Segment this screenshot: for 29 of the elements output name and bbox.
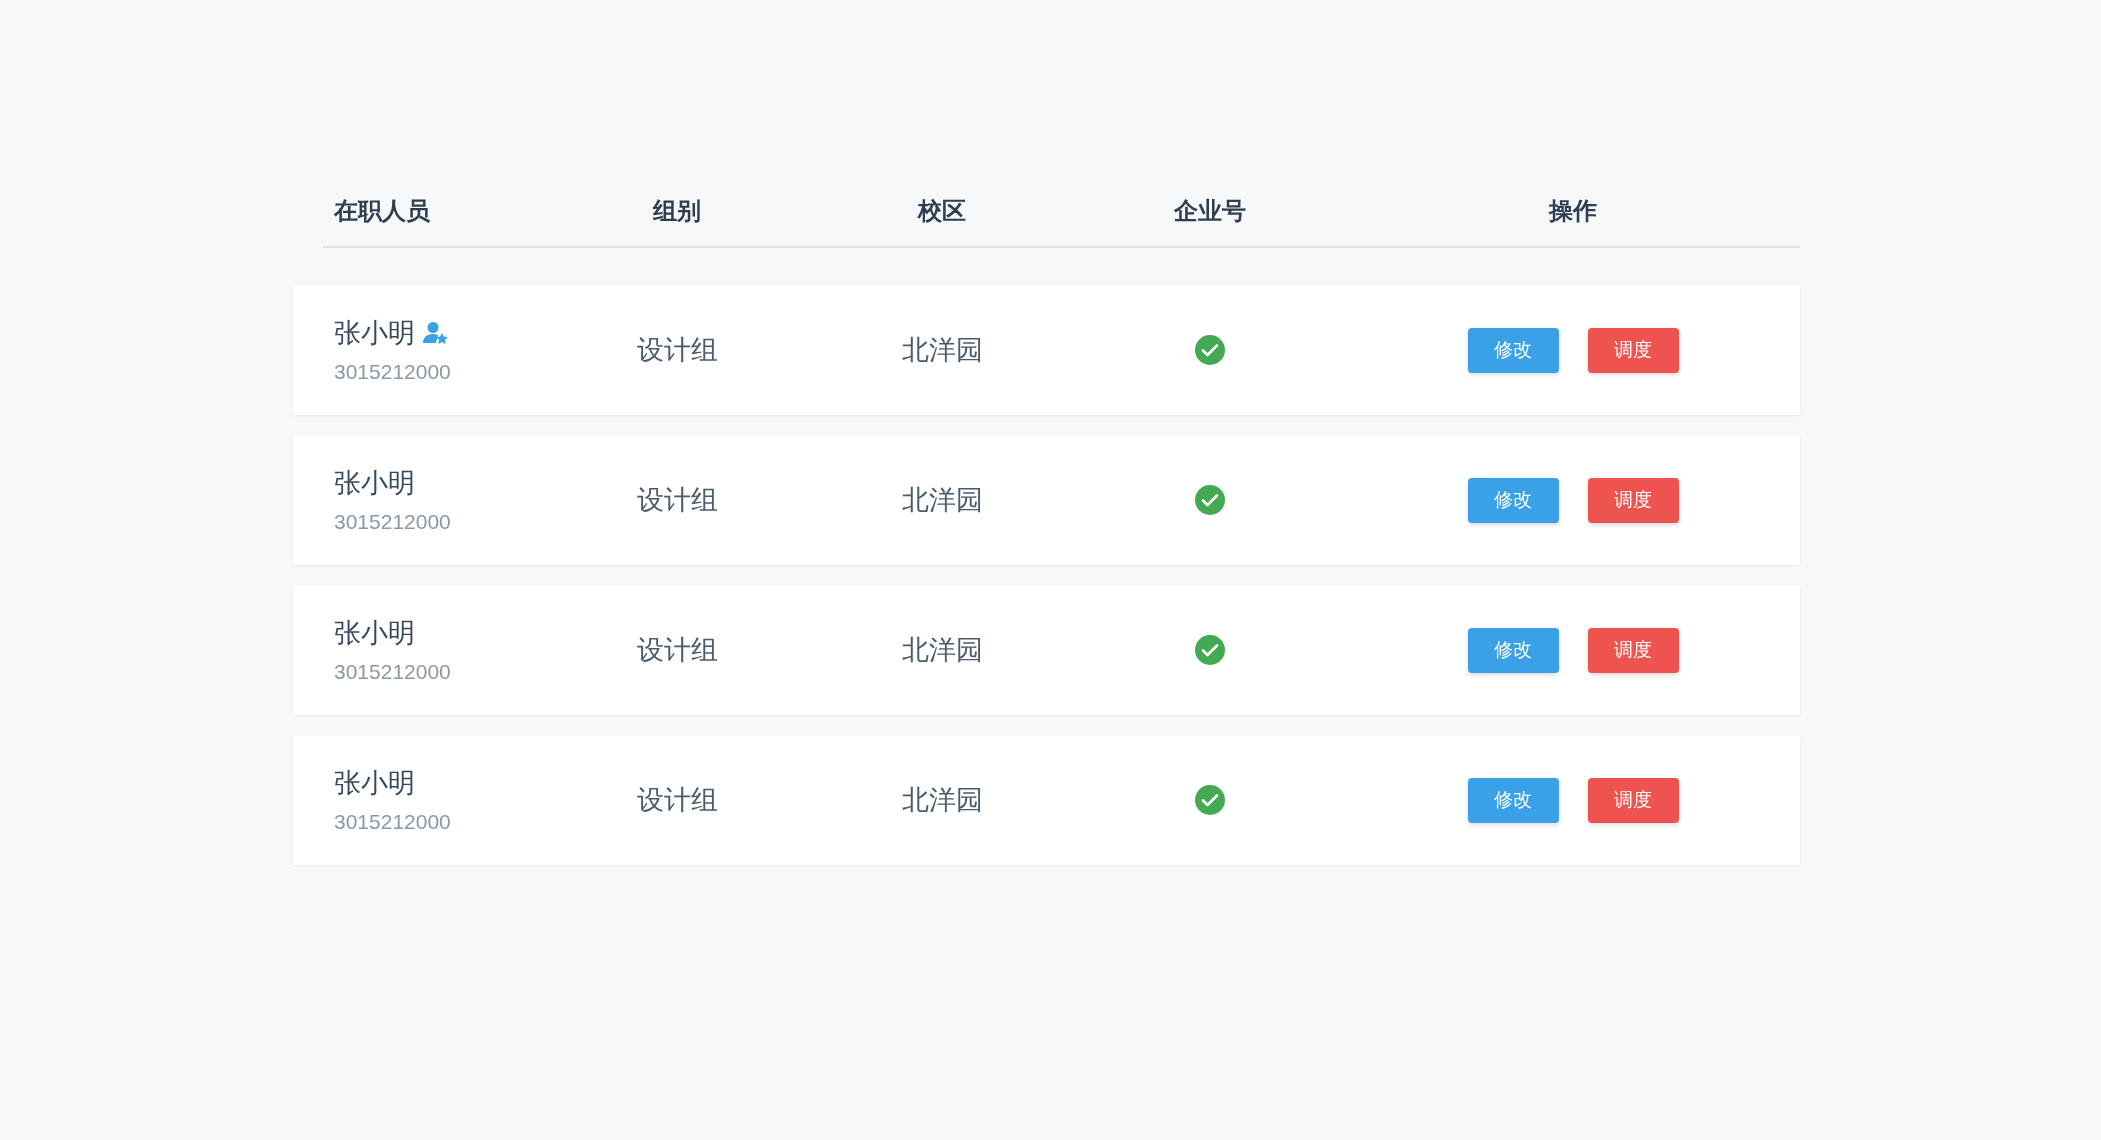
employee-name: 张小明	[334, 617, 415, 650]
employee-id: 3015212000	[334, 508, 452, 535]
edit-button[interactable]: 修改	[1467, 627, 1559, 673]
campus-cell-text: 北洋园	[901, 633, 983, 667]
employee-name: 张小明	[334, 317, 415, 350]
dispatch-button[interactable]: 调度	[1587, 777, 1679, 823]
group-cell-text: 设计组	[636, 333, 718, 367]
edit-button[interactable]: 修改	[1467, 777, 1559, 823]
employee-id: 3015212000	[334, 808, 452, 835]
edit-button[interactable]: 修改	[1467, 477, 1559, 523]
campus-cell-text: 北洋园	[901, 333, 983, 367]
column-header: 校区	[918, 196, 966, 226]
column-header: 组别	[653, 196, 701, 226]
dispatch-button[interactable]: 调度	[1587, 627, 1679, 673]
edit-button[interactable]: 修改	[1467, 327, 1559, 373]
group-cell-text: 设计组	[636, 783, 718, 817]
group-cell-text: 设计组	[636, 483, 718, 517]
column-header: 企业号	[1174, 196, 1246, 226]
employee-id: 3015212000	[334, 358, 452, 385]
campus-cell-text: 北洋园	[901, 483, 983, 517]
campus-cell-text: 北洋园	[901, 783, 983, 817]
dispatch-button[interactable]: 调度	[1587, 477, 1679, 523]
group-cell-text: 设计组	[636, 633, 718, 667]
employee-name: 张小明	[334, 767, 415, 800]
column-header: 在职人员	[334, 197, 430, 224]
employee-id: 3015212000	[334, 658, 452, 685]
dispatch-button[interactable]: 调度	[1587, 327, 1679, 373]
column-header: 操作	[1549, 196, 1597, 226]
employee-name: 张小明	[334, 467, 415, 500]
